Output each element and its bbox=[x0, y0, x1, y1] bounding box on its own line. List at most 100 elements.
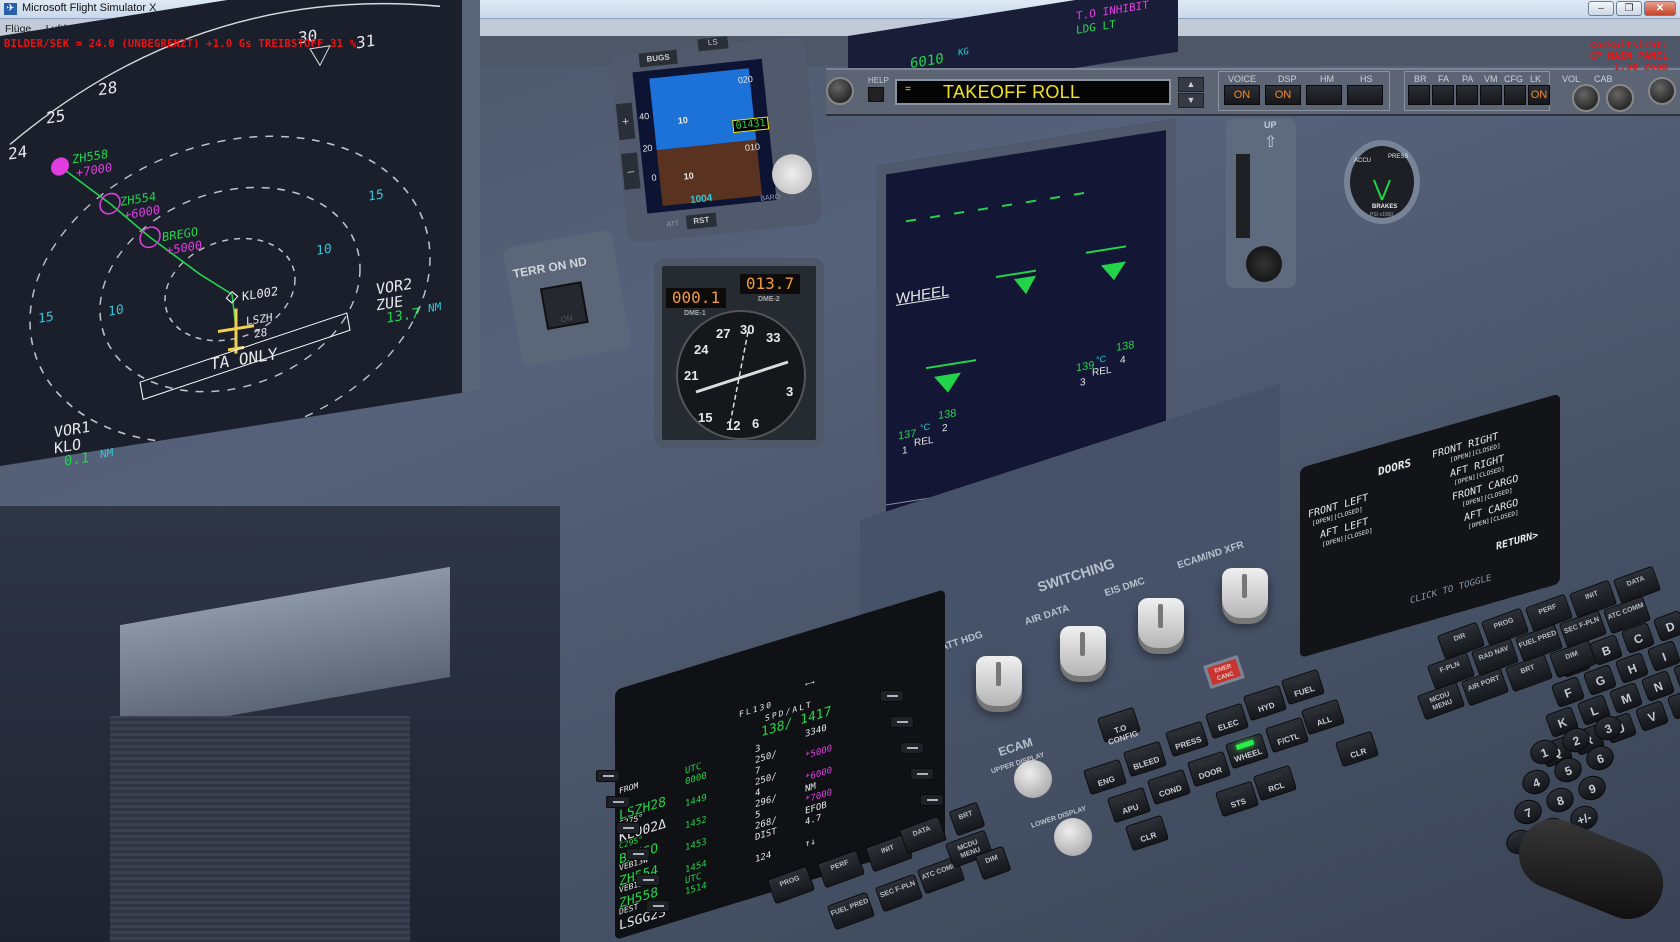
active-waypoint-marker bbox=[51, 157, 69, 176]
hm-label: HM bbox=[1320, 74, 1334, 84]
mcdu-lsk-r1[interactable] bbox=[880, 690, 904, 702]
brake-number: 2 bbox=[942, 422, 948, 435]
gear-triangle bbox=[934, 372, 961, 393]
mcdu-row-col3: 7 bbox=[755, 765, 761, 778]
vor2-unit: NM bbox=[428, 300, 442, 316]
brake-pressure-gauge: ACCU PRESS BRAKES PSI x1000 bbox=[1344, 140, 1420, 224]
mcdu-lsk-l6[interactable] bbox=[646, 900, 670, 912]
eis-dmc-selector[interactable] bbox=[1138, 598, 1184, 648]
mcdu-lsk-l5[interactable] bbox=[636, 874, 660, 886]
mcdu-lsk-l1[interactable] bbox=[596, 770, 620, 782]
baro-knob[interactable] bbox=[770, 152, 814, 197]
message-up-button[interactable]: ▲ bbox=[1178, 77, 1204, 92]
message-down-button[interactable]: ▼ bbox=[1178, 93, 1204, 108]
terr-on-nd-button[interactable]: ON bbox=[539, 281, 589, 330]
mcdu-row-col3: 124 bbox=[755, 850, 772, 866]
compass-label: 31 bbox=[356, 30, 376, 53]
mcdu-row-col1: FROM bbox=[619, 780, 639, 796]
voice-button[interactable]: ON bbox=[1224, 85, 1260, 105]
restore-button[interactable]: ❐ bbox=[1616, 1, 1642, 16]
vol-knob[interactable] bbox=[1572, 84, 1600, 112]
key-label: HYD bbox=[1256, 700, 1276, 715]
key-label: RCL bbox=[1267, 780, 1286, 795]
fa-button[interactable] bbox=[1432, 85, 1454, 105]
runway-number: 28 bbox=[254, 325, 268, 341]
dme1-readout: 000.1 bbox=[666, 288, 726, 308]
help-button[interactable] bbox=[868, 87, 884, 102]
bar-knob-left[interactable] bbox=[826, 77, 854, 105]
rmi-needles bbox=[695, 331, 789, 425]
dme-rmi-instrument: 000.1 DME-1 013.7 DME-2 27 30 33 24 21 3… bbox=[654, 258, 824, 448]
hm-button[interactable] bbox=[1306, 85, 1342, 105]
bugs-button[interactable]: BUGS bbox=[638, 49, 678, 68]
mcdu-lsk-r2[interactable] bbox=[890, 716, 914, 728]
mcdu-row-col2: 1452 bbox=[685, 814, 707, 832]
range-label: 10 bbox=[108, 302, 124, 320]
range-label: 15 bbox=[368, 187, 384, 205]
rst-button[interactable]: RST bbox=[685, 212, 718, 230]
ecam-nd-xfr-selector[interactable] bbox=[1222, 568, 1268, 618]
lower-display-brightness-knob[interactable] bbox=[1054, 818, 1092, 856]
key-label: FUEL bbox=[1293, 683, 1316, 699]
key-label: APU bbox=[1120, 802, 1140, 817]
plus-button[interactable]: + bbox=[615, 102, 636, 141]
bar-knob-right[interactable] bbox=[1648, 77, 1676, 105]
brake-needles bbox=[1373, 179, 1391, 201]
gear-up-label: UP bbox=[1264, 120, 1277, 130]
altitude-readout: 01431 bbox=[732, 116, 770, 134]
br-label: BR bbox=[1414, 74, 1427, 84]
key-label: COND bbox=[1157, 783, 1183, 800]
dme2-readout: 013.7 bbox=[740, 274, 800, 294]
dsp-button[interactable]: ON bbox=[1265, 85, 1301, 105]
vol-label: VOL bbox=[1562, 74, 1581, 84]
cfg-button[interactable] bbox=[1504, 85, 1526, 105]
mcdu-lsk-r4[interactable] bbox=[910, 768, 934, 780]
mcdu-lsk-l4[interactable] bbox=[626, 848, 650, 860]
key-label: DOOR bbox=[1197, 765, 1224, 782]
upper-display-brightness-knob[interactable] bbox=[1014, 760, 1052, 798]
key-label: ALL bbox=[1315, 714, 1334, 728]
return-prompt[interactable]: RETURN> bbox=[1496, 530, 1538, 553]
cab-knob[interactable] bbox=[1606, 84, 1634, 112]
standby-instrument: BUGS LS + – 40 20 0 10 10 020 010 01431 … bbox=[608, 36, 824, 244]
vm-label: VM bbox=[1484, 74, 1498, 84]
att-label: ATT bbox=[666, 220, 680, 229]
view-info-line: 1.50 Zoom bbox=[1613, 62, 1668, 73]
lk-button[interactable]: ON bbox=[1528, 85, 1550, 105]
pitch-tick: 10 bbox=[677, 114, 689, 126]
key-label: CLR bbox=[1139, 830, 1158, 845]
range-label: 10 bbox=[316, 241, 332, 259]
mcdu-lsk-l3[interactable] bbox=[616, 822, 640, 834]
br-button[interactable] bbox=[1408, 85, 1430, 105]
mcdu-lsk-r3[interactable] bbox=[900, 742, 924, 754]
att-hdg-selector[interactable] bbox=[976, 656, 1022, 706]
gear-lever-panel: UP ⇧ bbox=[1226, 118, 1296, 288]
pa-label: PA bbox=[1462, 74, 1474, 84]
dsp-label: DSP bbox=[1278, 74, 1297, 84]
terr-on-nd-panel: TERR ON ND ON bbox=[502, 229, 632, 367]
help-label: HELP bbox=[868, 76, 889, 85]
fsx-status-overlay: BILDER/SEK = 24.0 (UNBEGRENZT) +1.0 Gs T… bbox=[4, 38, 357, 50]
gear-lever-handle[interactable] bbox=[1246, 246, 1282, 282]
mcdu-lsk-r5[interactable] bbox=[920, 794, 944, 806]
brake-number: 1 bbox=[902, 445, 908, 457]
minimize-button[interactable]: – bbox=[1588, 1, 1614, 16]
view-info-overlay: Cockpitsicht: CP MAIN PANEL 1.50 Zoom bbox=[1590, 40, 1668, 73]
vm-button[interactable] bbox=[1480, 85, 1502, 105]
arrow-up-icon: ⇧ bbox=[1264, 134, 1278, 151]
close-button[interactable]: ✕ bbox=[1644, 1, 1676, 16]
alt-tick: 010 bbox=[744, 141, 761, 153]
key-label: ELEC bbox=[1216, 717, 1240, 733]
mcdu-row-col3: 4 bbox=[755, 787, 761, 800]
gear-triangle bbox=[1014, 275, 1036, 295]
ls-button[interactable]: LS bbox=[697, 36, 729, 52]
vor1-unit: NM bbox=[100, 446, 114, 462]
key-label: CLR bbox=[1349, 746, 1368, 761]
pa-button[interactable] bbox=[1456, 85, 1478, 105]
mcdu-lsk-l2[interactable] bbox=[606, 796, 630, 808]
hs-button[interactable] bbox=[1347, 85, 1383, 105]
mcdu-row-col4: *5000 bbox=[805, 743, 833, 762]
air-data-selector[interactable] bbox=[1060, 626, 1106, 676]
message-prefix: = bbox=[905, 84, 911, 95]
minus-button[interactable]: – bbox=[620, 152, 641, 190]
